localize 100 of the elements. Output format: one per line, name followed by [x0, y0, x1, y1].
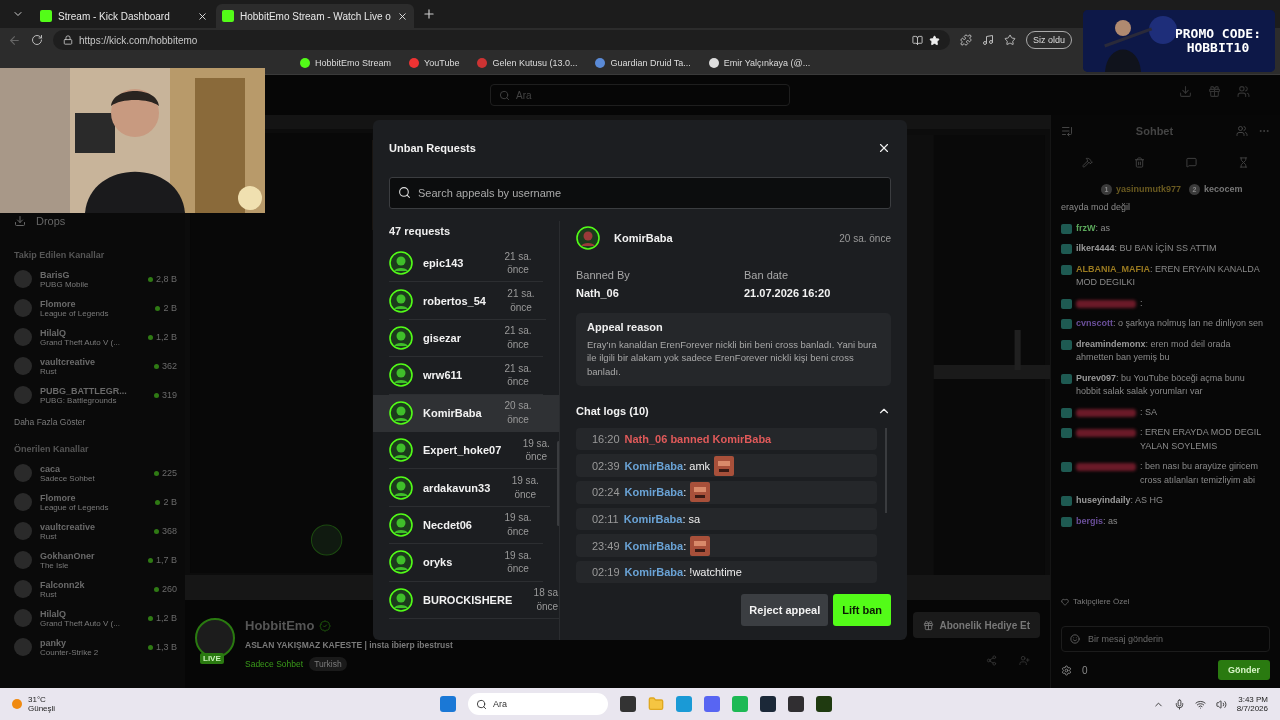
channel-avatar-icon	[14, 522, 32, 540]
new-tab-icon[interactable]	[421, 7, 436, 21]
search-field[interactable]: Search appeals by username	[389, 177, 891, 209]
lift-ban-button[interactable]: Lift ban	[833, 594, 891, 626]
extensions-icon[interactable]	[959, 34, 972, 46]
chat-message: :	[1140, 296, 1144, 310]
app-icon[interactable]	[620, 696, 636, 712]
follow-icon[interactable]	[1019, 655, 1030, 666]
favorites-icon[interactable]	[1003, 34, 1016, 46]
channel-name[interactable]: caca	[40, 463, 146, 474]
request-item[interactable]: Necdet06 19 sa. önce	[373, 506, 559, 545]
channel-avatar-icon	[14, 357, 32, 375]
gift-subscription-button[interactable]: Abonelik Hediye Et	[913, 612, 1040, 638]
show-more-link[interactable]: Daha Fazla Göster	[14, 417, 177, 427]
folder-icon[interactable]	[648, 696, 664, 712]
avatar-icon	[389, 288, 413, 313]
trash-icon[interactable]	[1133, 156, 1145, 168]
chat-title: Sohbet	[1135, 125, 1174, 137]
drops-link[interactable]: Drops	[36, 215, 66, 227]
mic-icon[interactable]	[1173, 698, 1185, 710]
request-item[interactable]: robertos_54 21 sa. önce	[373, 282, 559, 320]
browser-icon[interactable]	[676, 696, 692, 712]
close-icon[interactable]	[396, 10, 408, 22]
chat-message: ALBANIA_MAFIA: EREN ERYAIN KANALDA MOD DEGILKI	[1076, 262, 1261, 289]
followers-only-label: Takipçilere Özel	[1073, 597, 1130, 606]
request-item[interactable]: epic143 21 sa. önce	[373, 245, 559, 283]
viewer-count: 2 B	[163, 497, 177, 507]
channel-game: Rust	[40, 589, 58, 599]
channel-name[interactable]: panky	[40, 637, 140, 648]
bookmark[interactable]: Emir Yalçınkaya (@...	[708, 58, 811, 68]
close-icon[interactable]	[197, 10, 208, 22]
game-store-icon[interactable]	[760, 696, 776, 712]
chat-app-icon[interactable]	[704, 696, 720, 712]
request-item[interactable]: KomirBaba 20 sa. önce	[373, 394, 559, 432]
close-icon[interactable]	[877, 141, 891, 155]
avatar-icon	[576, 226, 600, 250]
users-icon[interactable]	[1237, 85, 1250, 98]
live-dot-icon	[153, 363, 159, 369]
volume-icon[interactable]	[1215, 698, 1227, 710]
language-tag[interactable]: Turkish	[309, 657, 347, 671]
reload-icon[interactable]	[31, 34, 43, 46]
star-icon[interactable]	[928, 34, 940, 46]
bookmark[interactable]: HobbitEmo Stream	[300, 58, 392, 68]
channel-game: Grand Theft Auto V (...	[40, 337, 121, 347]
app-icon[interactable]	[816, 696, 832, 712]
send-button[interactable]: Gönder	[1218, 660, 1270, 680]
live-badge: LIVE	[200, 653, 224, 664]
address-field[interactable]: https://kick.com/hobbitemo	[53, 30, 950, 50]
viewer-count: 260	[161, 584, 177, 594]
field-value: Nath_06	[576, 287, 620, 299]
channel-name[interactable]: Flomore	[40, 492, 148, 503]
channel-name[interactable]: Falconn2k	[40, 579, 146, 590]
channel-name[interactable]: vaultcreative	[40, 356, 146, 367]
channel-name[interactable]: PUBG_BATTLEGR...	[40, 385, 146, 396]
reject-appeal-button[interactable]: Reject appeal	[741, 594, 829, 626]
log-entry: 02:19 KomirBaba: !watchtime	[576, 560, 877, 584]
hourglass-icon[interactable]	[1238, 156, 1250, 168]
log-entry: 16:20 Nath_06 banned KomirBaba	[576, 427, 877, 451]
channel-name[interactable]: BarisG	[40, 269, 140, 280]
users-icon[interactable]	[1236, 125, 1248, 137]
request-item[interactable]: Expert_hoke07 19 sa. önce	[373, 431, 559, 470]
request-item[interactable]: wrw611 21 sa. önce	[373, 357, 559, 395]
channel-name[interactable]: HilalQ	[40, 608, 140, 619]
verified-icon	[319, 619, 332, 632]
category-link[interactable]: Sadece Sohbet	[245, 659, 304, 669]
browser-tab[interactable]: HobbitEmo Stream - Watch Live o	[216, 4, 414, 28]
back-icon[interactable]	[8, 33, 21, 47]
chat-input[interactable]: Bir mesaj gönderin	[1061, 626, 1270, 652]
channel-name[interactable]: Flomore	[40, 298, 148, 309]
channel-name[interactable]: HilalQ	[40, 327, 140, 338]
emoji-icon[interactable]	[1070, 634, 1080, 644]
request-item[interactable]: oryks 19 sa. önce	[373, 544, 559, 582]
download-icon[interactable]	[1179, 85, 1192, 98]
recorder-icon[interactable]	[788, 696, 804, 712]
leaderboard-name: yasinumutk977	[1116, 184, 1182, 194]
collapse-icon[interactable]	[1061, 125, 1073, 137]
chat-logs-toggle[interactable]: Chat logs (10)	[576, 399, 891, 422]
network-icon[interactable]	[1194, 698, 1206, 710]
request-item[interactable]: ardakavun33 19 sa. önce	[373, 469, 559, 507]
reader-icon[interactable]	[911, 34, 923, 46]
browser-tab[interactable]: Stream - Kick Dashboard	[34, 4, 214, 28]
bookmark[interactable]: Gelen Kutusu (13.0...	[477, 58, 578, 68]
share-icon[interactable]	[986, 655, 997, 666]
taskbar-search[interactable]: Ara	[468, 693, 608, 715]
media-icon[interactable]	[981, 34, 994, 46]
request-item[interactable]: BUROCKISHERE 18 sa. önce	[373, 581, 559, 619]
avatar-icon	[389, 475, 413, 500]
gift-icon[interactable]	[1208, 85, 1221, 98]
hammer-icon[interactable]	[1081, 156, 1093, 168]
bookmark[interactable]: Guardian Druid Ta...	[595, 58, 691, 68]
settings-icon[interactable]	[1061, 664, 1072, 676]
message-icon[interactable]	[1186, 156, 1198, 168]
request-item[interactable]: gisezar 21 sa. önce	[373, 319, 559, 358]
channel-name[interactable]: GokhanOner	[40, 550, 140, 561]
start-icon[interactable]	[440, 696, 456, 712]
bookmark[interactable]: YouTube	[409, 58, 460, 68]
search-icon	[499, 89, 510, 101]
drops-icon	[14, 215, 26, 227]
bookmark-icon	[477, 58, 488, 68]
channel-name[interactable]: vaultcreative	[40, 521, 146, 532]
